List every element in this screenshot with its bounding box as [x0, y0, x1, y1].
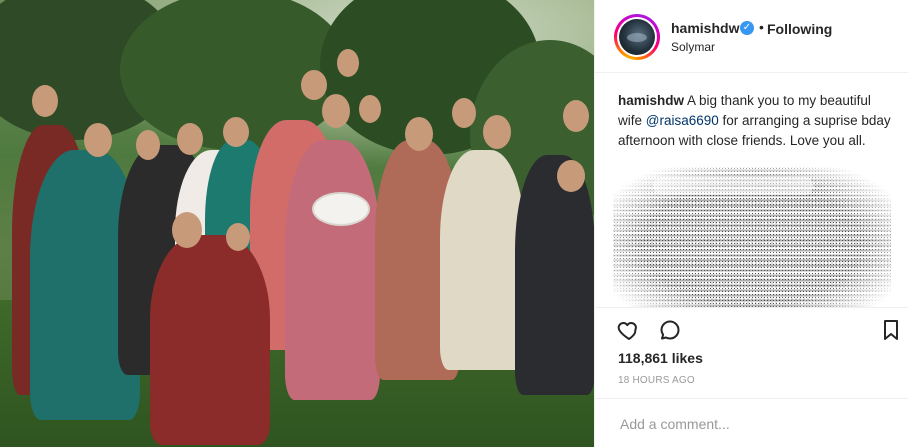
add-comment-input[interactable] — [618, 414, 882, 434]
photo-face — [177, 123, 203, 155]
header-divider — [595, 72, 908, 73]
post-timestamp[interactable]: 18 HOURS AGO — [618, 375, 695, 386]
photo-face — [226, 223, 250, 251]
photo-person — [515, 155, 594, 395]
photo-face — [359, 95, 381, 123]
photo-face — [452, 98, 476, 128]
instagram-post: hamishdw ✓ • Following Solymar hamishdw … — [0, 0, 908, 447]
caption-username-link[interactable]: hamishdw — [618, 93, 684, 108]
comment-divider — [595, 398, 908, 399]
post-actions — [595, 312, 908, 348]
author-username-link[interactable]: hamishdw — [671, 20, 739, 36]
photo-face — [405, 117, 433, 151]
verified-badge-icon: ✓ — [740, 21, 754, 35]
likes-count[interactable]: 118,861 likes — [618, 350, 703, 366]
post-caption: hamishdw A big thank you to my beautiful… — [618, 91, 898, 151]
location-link[interactable]: Solymar — [671, 40, 715, 54]
heart-icon[interactable] — [614, 315, 644, 345]
photo-person — [440, 150, 525, 370]
photo-face — [322, 94, 350, 128]
post-sidebar: hamishdw ✓ • Following Solymar hamishdw … — [595, 0, 908, 447]
actions-divider — [595, 307, 908, 308]
photo-face — [563, 100, 589, 132]
comments-redacted — [613, 167, 891, 307]
photo-face — [483, 115, 511, 149]
photo-face — [301, 70, 327, 100]
comment-icon[interactable] — [655, 315, 685, 345]
following-button[interactable]: Following — [767, 21, 832, 37]
photo-face — [223, 117, 249, 147]
photo-birthday-cake — [312, 192, 370, 226]
photo-face — [84, 123, 112, 157]
photo-face — [557, 160, 585, 192]
photo-face — [136, 130, 160, 160]
post-header: hamishdw ✓ • Following Solymar — [595, 0, 908, 72]
photo-person — [285, 140, 380, 400]
avatar[interactable] — [619, 19, 655, 55]
photo-face — [172, 212, 202, 248]
photo-person — [150, 235, 270, 445]
post-photo[interactable] — [0, 0, 594, 447]
photo-face — [32, 85, 58, 117]
photo-face — [337, 49, 359, 77]
caption-mention-link[interactable]: @raisa6690 — [646, 113, 719, 128]
bookmark-icon[interactable] — [876, 315, 906, 345]
header-separator: • — [759, 19, 764, 35]
